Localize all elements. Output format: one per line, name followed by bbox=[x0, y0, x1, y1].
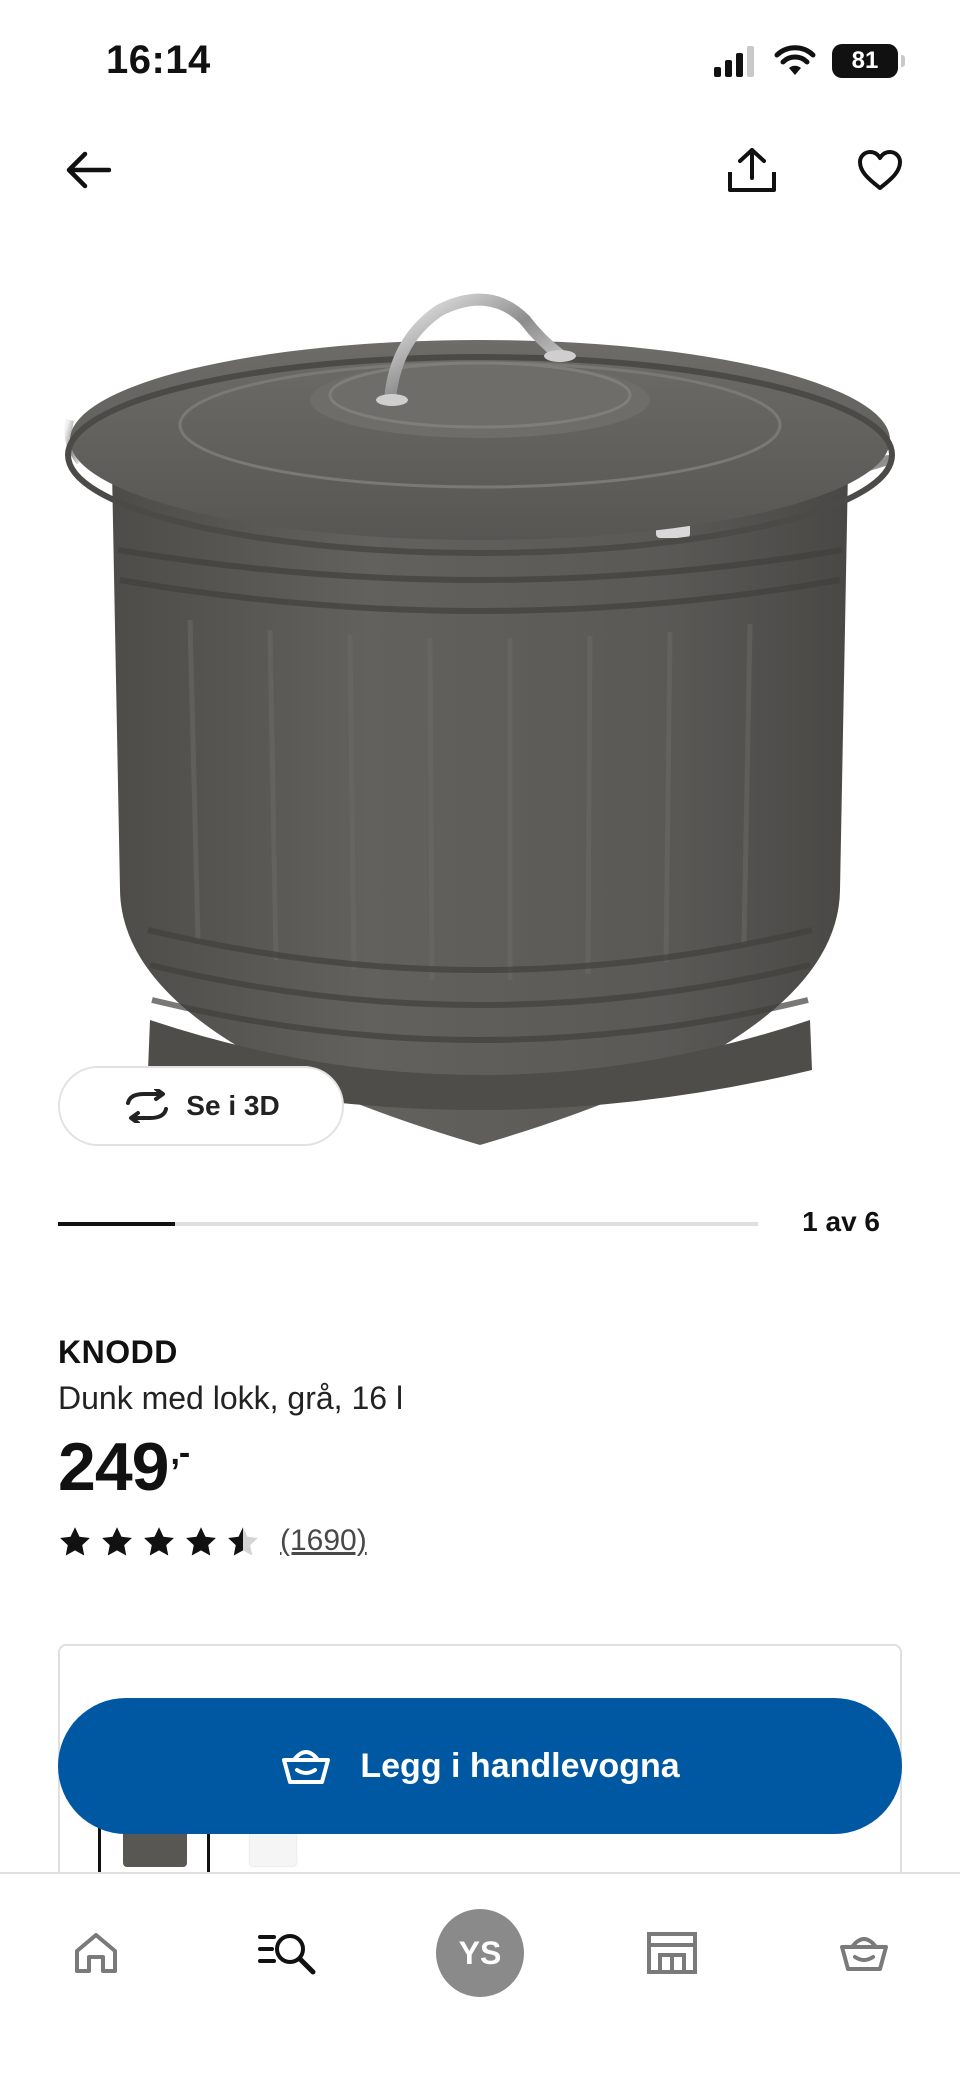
see-in-3d-label: Se i 3D bbox=[186, 1090, 280, 1121]
battery-icon: 81 bbox=[832, 44, 905, 78]
star-half-icon bbox=[228, 1527, 258, 1556]
image-counter: 1 av 6 bbox=[802, 1206, 880, 1237]
trash-can-illustration bbox=[64, 293, 895, 1145]
top-nav bbox=[0, 130, 960, 210]
review-count-link[interactable]: (1690) bbox=[280, 1524, 367, 1558]
rating-stars bbox=[58, 1525, 260, 1557]
star-full-icon bbox=[102, 1527, 132, 1556]
cellular-signal-icon bbox=[714, 46, 754, 77]
product-rating[interactable]: (1690) bbox=[58, 1524, 367, 1558]
star-full-icon bbox=[186, 1527, 216, 1556]
status-icons: 81 bbox=[712, 44, 905, 78]
rotate-3d-icon bbox=[126, 1089, 169, 1123]
tab-cart[interactable] bbox=[814, 1910, 914, 1996]
favorite-button[interactable] bbox=[840, 130, 920, 210]
add-to-cart-label: Legg i handlevogna bbox=[360, 1746, 680, 1785]
avatar-initials: YS bbox=[458, 1934, 502, 1971]
profile-avatar: YS bbox=[436, 1909, 524, 1997]
product-image[interactable] bbox=[0, 250, 960, 1170]
product-description: Dunk med lokk, grå, 16 l bbox=[58, 1380, 404, 1416]
store-icon bbox=[647, 1932, 697, 1974]
back-button[interactable] bbox=[48, 130, 128, 210]
back-arrow-icon bbox=[66, 151, 111, 189]
price-suffix: ,- bbox=[170, 1434, 190, 1472]
battery-level: 81 bbox=[851, 47, 879, 74]
image-carousel-progress-fill bbox=[58, 1222, 175, 1226]
status-bar: 16:14 81 bbox=[0, 0, 960, 120]
cart-icon bbox=[282, 1750, 331, 1784]
home-icon bbox=[75, 1933, 117, 1973]
product-price: 249 ,- bbox=[58, 1428, 190, 1506]
wifi-icon bbox=[774, 45, 816, 75]
star-full-icon bbox=[60, 1527, 90, 1556]
share-icon bbox=[728, 148, 776, 192]
star-full-icon bbox=[144, 1527, 174, 1556]
product-name: KNODD bbox=[58, 1334, 178, 1370]
cart-icon bbox=[840, 1937, 888, 1971]
tab-stores[interactable] bbox=[622, 1910, 722, 1996]
share-button[interactable] bbox=[712, 130, 792, 210]
see-in-3d-button[interactable]: Se i 3D bbox=[58, 1066, 344, 1146]
tab-browse[interactable] bbox=[238, 1910, 338, 1996]
bottom-tab-bar: YS bbox=[0, 1872, 960, 2078]
tab-home[interactable] bbox=[46, 1910, 146, 1996]
add-to-cart-button[interactable]: Legg i handlevogna bbox=[58, 1698, 902, 1834]
variant-swatch[interactable] bbox=[250, 1832, 296, 1866]
browse-search-icon bbox=[258, 1934, 316, 1975]
tab-profile[interactable]: YS bbox=[430, 1909, 530, 1997]
status-time: 16:14 bbox=[106, 38, 211, 82]
variant-thumbnail bbox=[123, 1829, 187, 1867]
price-value: 249 bbox=[58, 1429, 169, 1505]
heart-icon bbox=[858, 150, 902, 190]
image-carousel-progress bbox=[58, 1222, 758, 1226]
